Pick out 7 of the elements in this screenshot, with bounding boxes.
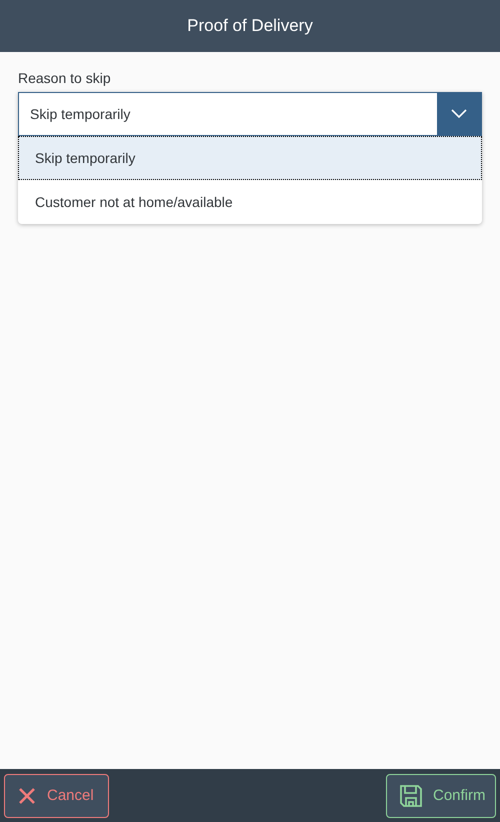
close-icon [17,786,37,806]
field-label: Reason to skip [18,70,112,86]
dropdown-option[interactable]: Customer not at home/available [18,180,482,224]
dropdown-option[interactable]: Skip temporarily [18,136,482,180]
confirm-button[interactable]: Confirm [386,774,496,818]
page-title: Proof of Delivery [187,16,313,36]
reason-select[interactable]: Skip temporarily [18,92,482,136]
